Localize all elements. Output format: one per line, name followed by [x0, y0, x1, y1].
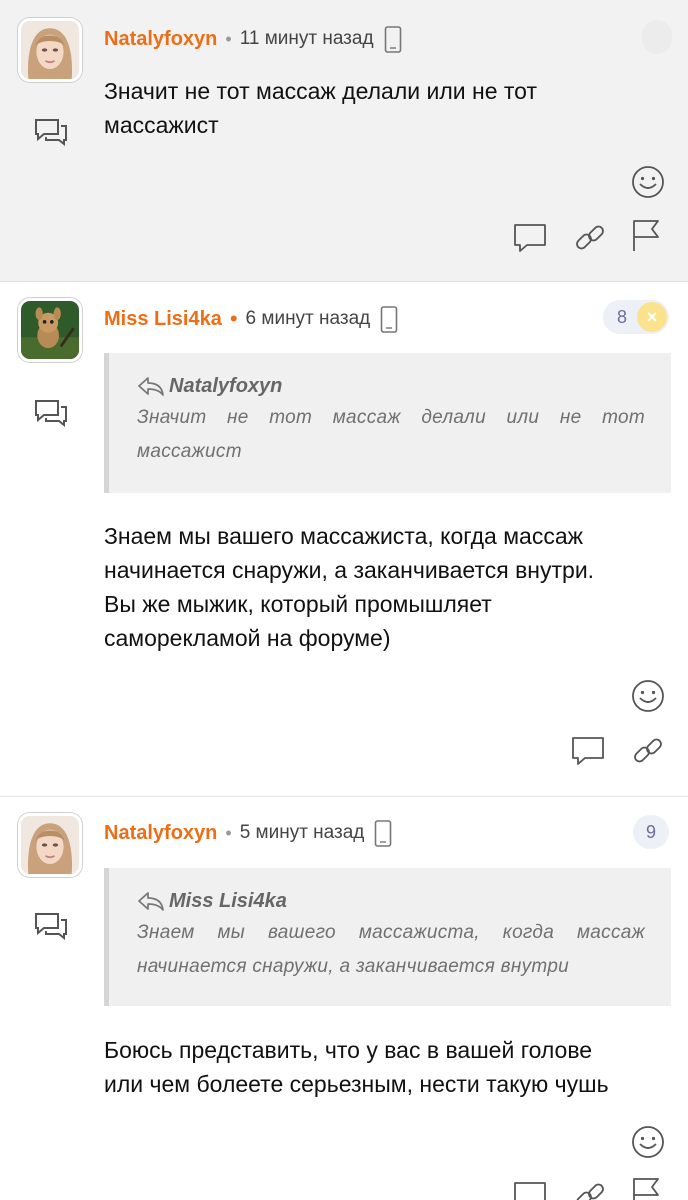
quote-author: Natalyfoxyn	[137, 371, 645, 401]
avatar[interactable]	[18, 18, 82, 82]
reply-icon[interactable]	[34, 912, 68, 941]
quote-author: Miss Lisi4ka	[137, 886, 645, 916]
comment-text-line: саморекламой на форуме)	[104, 625, 391, 651]
comment-meta: Natalyfoxyn • 11 минут назад	[104, 24, 402, 54]
comment-icon[interactable]	[512, 1178, 548, 1200]
rating-cancel-button[interactable]: ×	[637, 302, 668, 332]
link-icon[interactable]	[630, 733, 666, 769]
comment-icon[interactable]	[512, 220, 548, 256]
rating-value: 8	[617, 306, 628, 327]
quote-block: Miss Lisi4ka Знаем мы вашего массажиста,…	[104, 868, 671, 1006]
smiley-icon[interactable]	[630, 1124, 666, 1160]
smiley-icon[interactable]	[630, 164, 666, 200]
quote-author-name[interactable]: Miss Lisi4ka	[169, 890, 287, 913]
quote-text-line: Значит не тот массаж делали или не тот	[137, 407, 645, 428]
comment-text: Боюсь представить, что у вас в вашей гол…	[104, 1033, 674, 1101]
quote-text-line: начинается снаружи, а заканчивается внут…	[137, 956, 570, 977]
rating-placeholder	[642, 20, 672, 54]
author-name[interactable]: Natalyfoxyn	[104, 822, 217, 845]
mobile-phone-icon	[374, 819, 392, 847]
smiley-icon[interactable]	[630, 678, 666, 714]
avatar-photo	[21, 301, 79, 359]
comment-text-line: начинается снаружи, а заканчивается внут…	[104, 557, 595, 583]
rating-badge[interactable]: 8 ×	[603, 300, 670, 334]
reply-arrow-icon	[138, 892, 164, 911]
comment-2: Miss Lisi4ka • 6 минут назад 8 × Natalyf…	[0, 283, 688, 797]
author-name[interactable]: Natalyfoxyn	[104, 28, 217, 51]
avatar-photo	[21, 21, 79, 79]
quote-text-line: Знаем мы вашего массажиста, когда массаж	[137, 922, 645, 943]
rating-badge[interactable]: 9	[633, 815, 669, 849]
quote-text-line: массажист	[137, 441, 242, 462]
avatar[interactable]	[18, 813, 82, 877]
link-icon[interactable]	[572, 1178, 608, 1200]
comment-text: Значит не тот массаж делали или не тот м…	[104, 74, 674, 142]
mobile-phone-icon	[380, 305, 398, 333]
comment-meta: Natalyfoxyn • 5 минут назад	[104, 818, 392, 848]
comment-icon[interactable]	[570, 733, 606, 769]
comment-time: 6 минут назад	[245, 308, 371, 329]
avatar[interactable]	[18, 298, 82, 362]
rating-value: 9	[645, 821, 656, 842]
flag-icon[interactable]	[628, 1176, 664, 1200]
comment-text-line: или чем болеете серьезным, нести такую ч…	[104, 1071, 609, 1097]
separator-dot: •	[229, 306, 238, 331]
comment-time: 11 минут назад	[239, 28, 374, 49]
comment-text-line: Боюсь представить, что у вас в вашей гол…	[104, 1037, 593, 1063]
quote-block: Natalyfoxyn Значит не тот массаж делали …	[104, 353, 671, 493]
comment-meta: Miss Lisi4ka • 6 минут назад	[104, 304, 398, 334]
comment-1: Natalyfoxyn • 11 минут назад Значит не т…	[0, 0, 688, 282]
comment-text-line: Вы же мыжик, который промышляет	[104, 591, 492, 617]
comment-time: 5 минут назад	[239, 822, 365, 843]
reply-icon[interactable]	[34, 118, 68, 147]
author-name[interactable]: Miss Lisi4ka	[104, 308, 222, 331]
reply-icon[interactable]	[34, 399, 68, 428]
avatar-photo	[21, 816, 79, 874]
comment-text-line: Знаем мы вашего массажиста, когда массаж	[104, 523, 584, 549]
comment-text: Знаем мы вашего массажиста, когда массаж…	[104, 519, 674, 655]
quote-author-name[interactable]: Natalyfoxyn	[169, 375, 282, 398]
comment-3: Natalyfoxyn • 5 минут назад 9 Miss Lisi4…	[0, 798, 688, 1200]
separator-dot: •	[225, 822, 232, 843]
reply-arrow-icon	[138, 377, 164, 396]
comment-text-line: Значит не тот массаж делали или не тот	[104, 78, 537, 104]
separator-dot: •	[225, 28, 232, 49]
comment-text-line: массажист	[104, 112, 219, 138]
flag-icon[interactable]	[628, 218, 664, 254]
link-icon[interactable]	[572, 220, 608, 256]
mobile-phone-icon	[384, 25, 402, 53]
